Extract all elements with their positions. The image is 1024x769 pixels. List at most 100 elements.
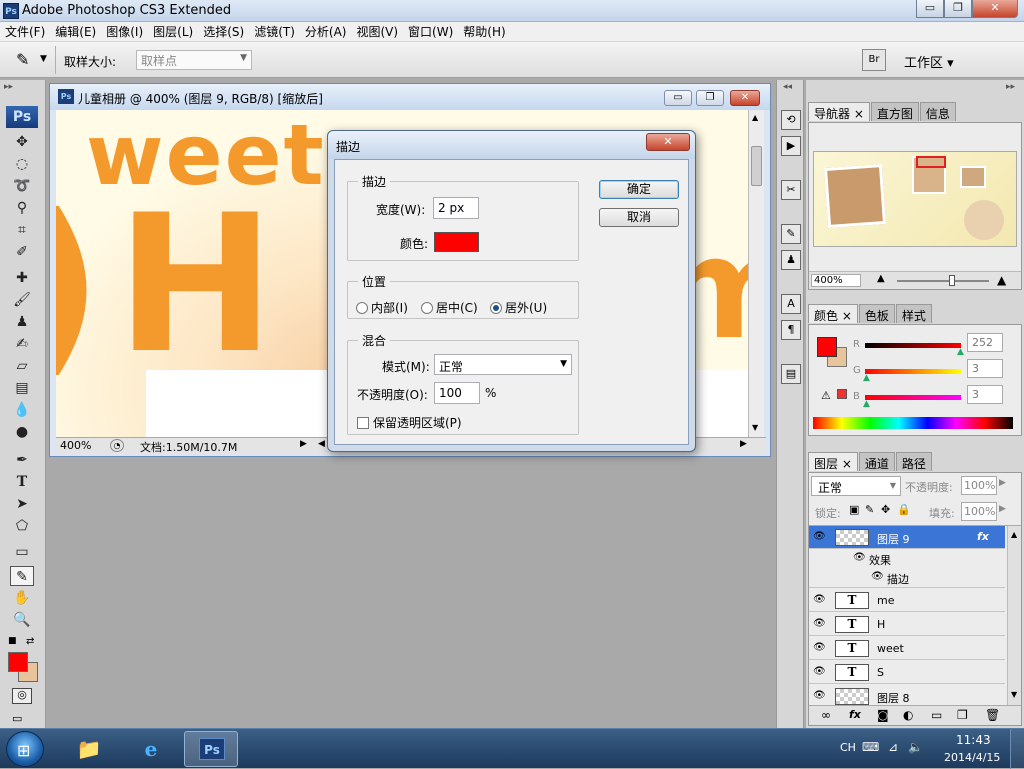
doc-minimize-button[interactable]: ▭ (664, 90, 692, 106)
collapse-arrows-icon[interactable]: ▸▸ (1006, 82, 1015, 92)
layers-scrollbar[interactable]: ▲ ▼ (1007, 526, 1021, 705)
effects-row[interactable]: 👁 效果 (809, 549, 1005, 568)
color-spectrum-bar[interactable] (813, 417, 1013, 429)
doc-close-button[interactable]: ✕ (730, 90, 760, 106)
collapse-arrows-icon[interactable]: ▸▸ (4, 82, 13, 92)
actions-panel-icon[interactable]: ▶ (781, 136, 801, 156)
layer-row-s[interactable]: 👁 T S (809, 661, 1005, 684)
default-colors-icon[interactable]: ■ (8, 636, 17, 646)
scroll-right-icon[interactable]: ▶ (740, 439, 747, 449)
menu-select[interactable]: 选择(S) (198, 23, 249, 40)
zoom-slider[interactable] (897, 280, 989, 282)
fill-arrow-icon[interactable]: ▶ (999, 504, 1006, 514)
navigator-zoom-input[interactable]: 400% (811, 274, 861, 287)
width-input[interactable]: 2 px (433, 197, 479, 219)
menu-edit[interactable]: 编辑(E) (50, 23, 101, 40)
add-mask-icon[interactable]: ◙ (877, 708, 889, 722)
document-title-bar[interactable]: Ps 儿童相册 @ 400% (图层 9, RGB/8) [缩放后] ▭ ❐ ✕ (50, 84, 770, 110)
restore-button[interactable]: ❐ (944, 0, 972, 18)
shape-tool-icon[interactable]: ⬠ (10, 516, 34, 536)
stroke-effect-row[interactable]: 👁 描边 (809, 568, 1005, 588)
zoom-in-icon[interactable]: ▲ (997, 273, 1006, 287)
keyboard-icon[interactable]: ⌨ (862, 740, 879, 754)
blur-tool-icon[interactable]: 💧 (10, 400, 34, 420)
scroll-thumb[interactable] (751, 146, 762, 186)
visibility-eye-icon[interactable]: 👁 (813, 594, 826, 605)
dialog-title-bar[interactable]: 描边 ✕ (328, 131, 695, 159)
g-slider[interactable] (865, 369, 961, 374)
zoom-level[interactable]: 400% (60, 439, 91, 452)
navigator-thumbnail[interactable] (813, 151, 1017, 247)
mode-select[interactable]: 正常 ▼ (434, 354, 572, 375)
visibility-eye-icon[interactable]: 👁 (813, 642, 826, 653)
preserve-transparency[interactable]: 保留透明区域(P) (357, 414, 462, 431)
gamut-warning-icon[interactable]: ⚠ (821, 389, 831, 402)
healing-brush-icon[interactable]: ✚ (10, 268, 34, 288)
g-value-input[interactable]: 3 (967, 359, 1003, 378)
lock-position-icon[interactable]: ✥ (881, 503, 890, 516)
eyedropper-tool-icon[interactable]: ✎ (16, 50, 29, 69)
new-layer-icon[interactable]: ❐ (957, 708, 968, 722)
layer-row-9[interactable]: 👁 图层 9 fx (809, 526, 1005, 549)
collapse-arrows-icon[interactable]: ◂◂ (783, 82, 792, 92)
clock-date[interactable]: 2014/4/15 (944, 751, 1000, 764)
tool-preset-dropdown-icon[interactable]: ▼ (40, 54, 47, 64)
pen-tool-icon[interactable]: ✒ (10, 450, 34, 470)
ok-button[interactable]: 确定 (599, 180, 679, 199)
layer-row-me[interactable]: 👁 T me (809, 589, 1005, 612)
menu-window[interactable]: 窗口(W) (403, 23, 458, 40)
r-slider-thumb-icon[interactable]: ▲ (957, 347, 964, 357)
lasso-tool-icon[interactable]: ➰ (10, 176, 34, 196)
eyedropper-tool-icon[interactable]: ✎ (10, 566, 34, 586)
network-icon[interactable]: ⊿ (888, 740, 898, 754)
visibility-eye-icon[interactable]: 👁 (813, 690, 826, 701)
explorer-taskbar-icon[interactable]: 📁 (62, 731, 116, 767)
tab-styles[interactable]: 样式 (895, 304, 932, 323)
tab-swatches[interactable]: 色板 (858, 304, 895, 323)
scroll-down-icon[interactable]: ▼ (1011, 690, 1017, 699)
foreground-color-swatch[interactable] (8, 652, 28, 672)
layer-row-weet[interactable]: 👁 T weet (809, 637, 1005, 660)
add-style-icon[interactable]: fx (849, 708, 861, 721)
r-value-input[interactable]: 252 (967, 333, 1003, 352)
visibility-eye-icon[interactable]: 👁 (813, 531, 826, 542)
tab-layers[interactable]: 图层 × (808, 452, 858, 471)
r-slider[interactable] (865, 343, 961, 348)
clone-stamp-icon[interactable]: ♟ (10, 312, 34, 332)
close-icon[interactable]: × (842, 457, 852, 471)
clock-time[interactable]: 11:43 (956, 733, 991, 747)
status-info-icon[interactable]: ◔ (110, 439, 124, 452)
bridge-icon[interactable]: Br (862, 49, 886, 71)
history-brush-icon[interactable]: ✍ (10, 334, 34, 354)
minimize-button[interactable]: ▭ (916, 0, 944, 18)
quick-mask-icon[interactable]: ◎ (12, 688, 32, 704)
photoshop-taskbar-button[interactable]: Ps (184, 731, 238, 767)
show-desktop-button[interactable] (1010, 729, 1024, 769)
link-layers-icon[interactable]: ∞ (821, 708, 831, 722)
g-slider-thumb-icon[interactable]: ▲ (863, 373, 870, 383)
radio-outside[interactable]: 居外(U) (490, 299, 547, 316)
visibility-eye-icon[interactable]: 👁 (813, 618, 826, 629)
eraser-tool-icon[interactable]: ▱ (10, 356, 34, 376)
color-fg-swatch[interactable] (817, 337, 837, 357)
fill-input[interactable]: 100% (961, 502, 997, 521)
cancel-button[interactable]: 取消 (599, 208, 679, 227)
b-slider[interactable] (865, 395, 961, 400)
lock-transparent-icon[interactable]: ▣ (849, 503, 859, 516)
scroll-left-icon[interactable]: ◀ (318, 439, 325, 449)
zoom-out-icon[interactable]: ▲ (877, 273, 885, 284)
menu-analysis[interactable]: 分析(A) (300, 23, 352, 40)
radio-outside-button[interactable] (490, 302, 502, 314)
tab-navigator[interactable]: 导航器 × (808, 102, 870, 121)
notes-tool-icon[interactable]: ▭ (10, 542, 34, 562)
fx-badge-icon[interactable]: fx (977, 530, 989, 543)
zoom-tool-icon[interactable]: 🔍 (10, 610, 34, 630)
swap-colors-icon[interactable]: ⇄ (26, 636, 34, 647)
marquee-tool-icon[interactable]: ◌ (10, 154, 34, 174)
tab-paths[interactable]: 路径 (895, 452, 932, 471)
brush-tool-icon[interactable]: 🖌 (10, 290, 34, 310)
dodge-tool-icon[interactable]: ● (10, 422, 34, 442)
menu-view[interactable]: 视图(V) (351, 23, 403, 40)
path-selection-icon[interactable]: ➤ (10, 494, 34, 514)
crop-tool-icon[interactable]: ⌗ (10, 220, 34, 240)
